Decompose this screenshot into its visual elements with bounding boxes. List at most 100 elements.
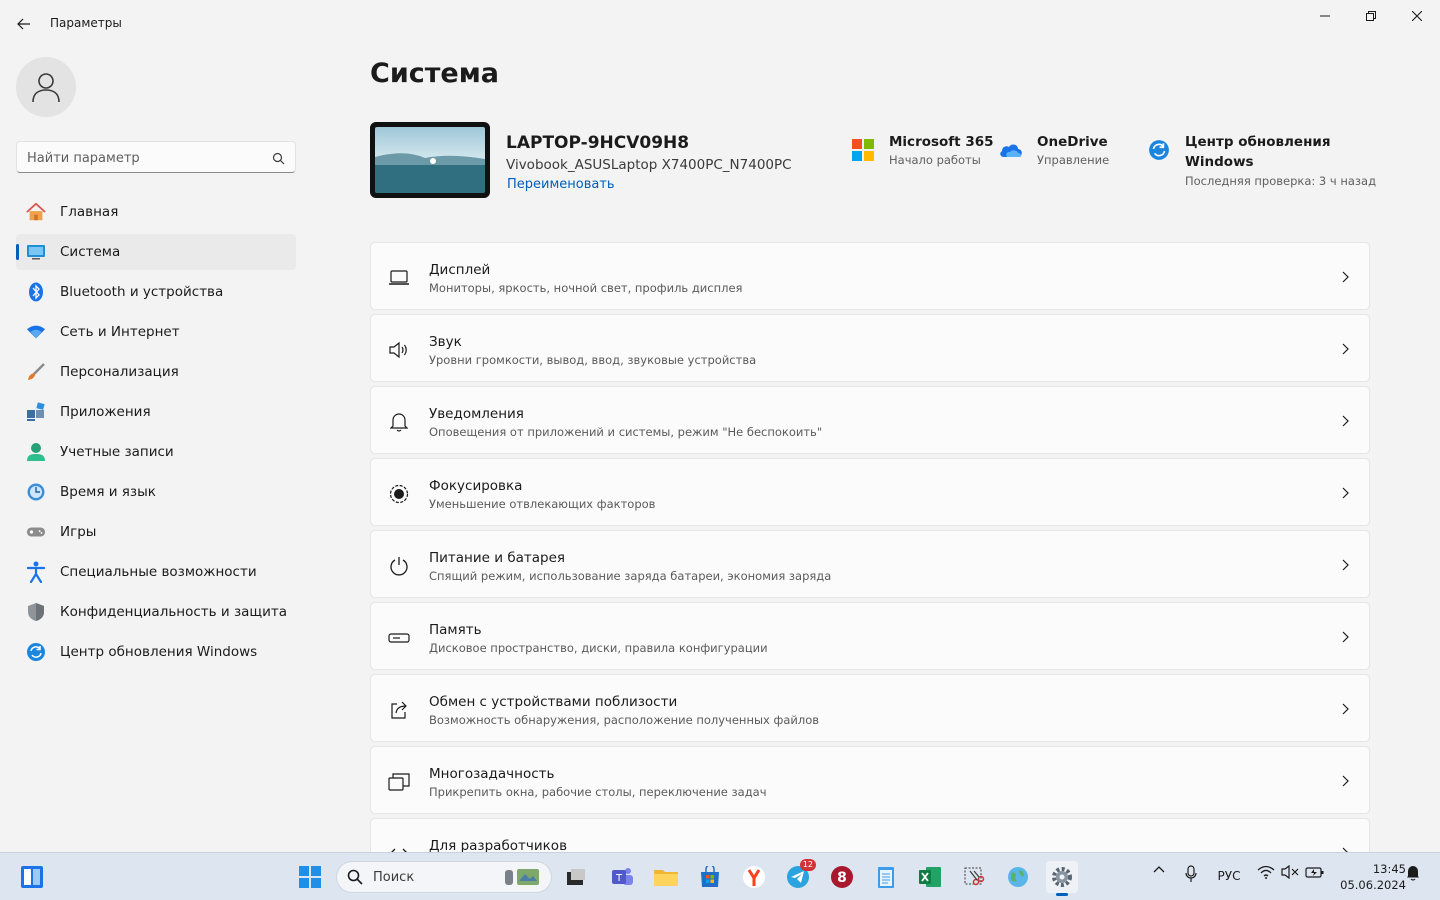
store-icon: [701, 866, 719, 887]
settings-search-input[interactable]: [27, 148, 257, 168]
sidebar-item-label: Время и язык: [60, 484, 156, 500]
quick-link-title: Microsoft 365: [889, 134, 994, 150]
wallpaper-image: [375, 127, 485, 193]
settings-search-box[interactable]: [16, 141, 296, 173]
chevron-right-icon: [1339, 773, 1351, 789]
rename-link[interactable]: Переименовать: [507, 177, 615, 192]
notification-badge: 12: [799, 859, 816, 871]
sidebar-item-label: Игры: [60, 524, 97, 540]
device-model: Vivobook_ASUSLaptop X7400PC_N7400PC: [506, 157, 792, 173]
taskbar-search[interactable]: Поиск: [336, 861, 552, 893]
microphone-icon: [1185, 865, 1197, 882]
sidebar-item-accounts[interactable]: Учетные записи: [16, 434, 296, 470]
excel-app[interactable]: [914, 861, 946, 893]
storage-icon: [388, 627, 410, 649]
wifi-status[interactable]: [1256, 865, 1276, 879]
opera-app[interactable]: 8: [826, 861, 858, 893]
card-title: Питание и батарея: [429, 550, 566, 566]
search-icon[interactable]: [272, 150, 285, 169]
battery-status[interactable]: [1304, 865, 1326, 879]
sidebar-item-label: Bluetooth и устройства: [60, 284, 224, 300]
sidebar-item-privacy[interactable]: Конфиденциальность и защита: [16, 594, 296, 630]
wifi-icon: [1257, 865, 1275, 879]
microsoft-365-icon: [851, 138, 875, 162]
telegram-app[interactable]: 12: [782, 859, 816, 893]
file-explorer-app[interactable]: [650, 861, 682, 893]
microsoft-store-app[interactable]: [694, 861, 726, 893]
sidebar-item-personalization[interactable]: Персонализация: [16, 354, 296, 390]
sidebar-item-system[interactable]: Система: [16, 234, 296, 270]
onedrive-icon: [999, 138, 1023, 162]
minimize-button[interactable]: [1302, 0, 1348, 32]
sidebar-item-gaming[interactable]: Игры: [16, 514, 296, 550]
widgets-button[interactable]: [16, 861, 48, 893]
device-name: LAPTOP-9HCV09H8: [506, 133, 690, 153]
yandex-browser-app[interactable]: [738, 861, 770, 893]
card-subtitle: Оповещения от приложений и системы, режи…: [429, 425, 823, 439]
quick-link-title: OneDrive: [1037, 134, 1108, 150]
sidebar-item-windows-update[interactable]: Центр обновления Windows: [16, 634, 296, 670]
snipping-tool-icon: [964, 867, 985, 886]
sidebar-nav: Главная Система Bluetooth и устройства С…: [16, 194, 296, 674]
sidebar-item-home[interactable]: Главная: [16, 194, 296, 230]
chevron-right-icon: [1339, 269, 1351, 285]
sidebar-item-apps[interactable]: Приложения: [16, 394, 296, 430]
excel-icon: [919, 867, 941, 887]
snipping-tool-app[interactable]: [958, 861, 990, 893]
maps-app[interactable]: [1002, 861, 1034, 893]
settings-card-nearby-sharing[interactable]: Обмен с устройствами поблизости Возможно…: [370, 674, 1370, 742]
card-title: Фокусировка: [429, 478, 523, 494]
settings-app[interactable]: [1046, 861, 1078, 896]
person-icon: [32, 73, 60, 103]
settings-card-storage[interactable]: Память Дисковое пространство, диски, пра…: [370, 602, 1370, 670]
close-button[interactable]: [1394, 0, 1440, 32]
globe-icon: [1008, 867, 1028, 887]
arrow-left-icon: [17, 18, 30, 30]
settings-card-display[interactable]: Дисплей Мониторы, яркость, ночной свет, …: [370, 242, 1370, 310]
svg-text:T: T: [615, 873, 623, 884]
taskbar-clock[interactable]: 13:45 05.06.2024: [1336, 861, 1406, 893]
teams-app[interactable]: T: [606, 861, 638, 893]
microphone-button[interactable]: [1182, 865, 1200, 883]
card-subtitle: Прикрепить окна, рабочие столы, переключ…: [429, 785, 767, 799]
search-highlight-icon: [503, 867, 543, 891]
shield-icon: [26, 602, 46, 622]
quick-link-subtitle: Последняя проверка: 3 ч назад: [1185, 174, 1377, 188]
notifications-button[interactable]: [1404, 865, 1422, 881]
maximize-button[interactable]: [1348, 0, 1394, 32]
settings-card-sound[interactable]: Звук Уровни громкости, вывод, ввод, звук…: [370, 314, 1370, 382]
input-language[interactable]: РУС: [1212, 869, 1246, 883]
minimize-icon: [1320, 15, 1330, 17]
quick-link-subtitle: Управление: [1037, 153, 1110, 167]
apps-icon: [26, 402, 46, 422]
sidebar-item-accessibility[interactable]: Специальные возможности: [16, 554, 296, 590]
start-button[interactable]: [294, 861, 326, 893]
task-view-button[interactable]: [560, 861, 592, 893]
multitasking-icon: [388, 771, 410, 793]
chevron-right-icon: [1339, 629, 1351, 645]
device-image: [370, 122, 490, 198]
speaker-icon: [388, 339, 410, 361]
card-subtitle: Дисковое пространство, диски, правила ко…: [429, 641, 768, 655]
chevron-right-icon: [1339, 485, 1351, 501]
sidebar-item-time-language[interactable]: Время и язык: [16, 474, 296, 510]
windows-update-icon: [26, 642, 46, 662]
sidebar-item-bluetooth[interactable]: Bluetooth и устройства: [16, 274, 296, 310]
settings-card-focus[interactable]: Фокусировка Уменьшение отвлекающих факто…: [370, 458, 1370, 526]
card-title: Уведомления: [429, 406, 524, 422]
notepad-icon: [878, 867, 894, 888]
settings-card-power[interactable]: Питание и батарея Спящий режим, использо…: [370, 530, 1370, 598]
settings-list: Дисплей Мониторы, яркость, ночной свет, …: [370, 242, 1370, 890]
taskbar: Поиск T 12 8 РУС 13:45 05.06.2024: [0, 852, 1440, 900]
chevron-up-icon: [1153, 866, 1165, 873]
sidebar-item-network[interactable]: Сеть и Интернет: [16, 314, 296, 350]
user-avatar[interactable]: [16, 57, 76, 117]
volume-status[interactable]: [1280, 865, 1300, 879]
back-button[interactable]: [12, 12, 36, 36]
sidebar-item-label: Специальные возможности: [60, 564, 257, 580]
sidebar-item-label: Персонализация: [60, 364, 179, 380]
show-hidden-icons-button[interactable]: [1150, 865, 1168, 873]
settings-card-notifications[interactable]: Уведомления Оповещения от приложений и с…: [370, 386, 1370, 454]
notepad-app[interactable]: [870, 861, 902, 893]
settings-card-multitasking[interactable]: Многозадачность Прикрепить окна, рабочие…: [370, 746, 1370, 814]
